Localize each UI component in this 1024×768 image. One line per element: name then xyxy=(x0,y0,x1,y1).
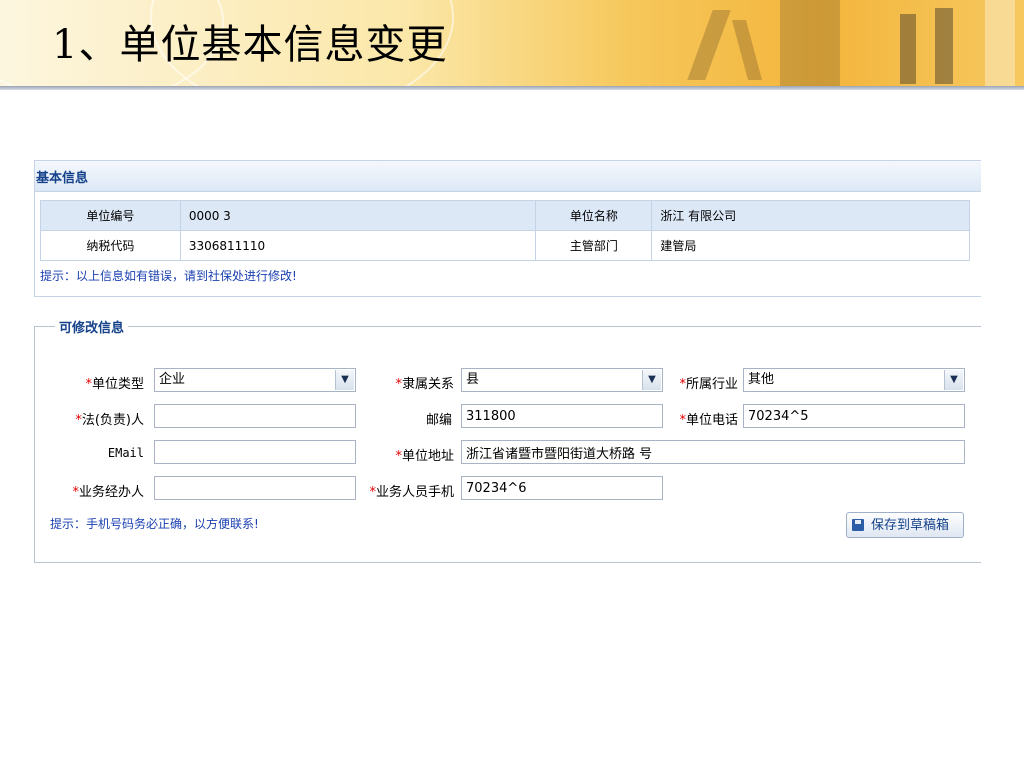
table-row: 纳税代码 3306811110 主管部门 建管局 xyxy=(40,230,970,261)
unit-name-value: 浙江 有限公司 xyxy=(651,200,970,231)
industry-select[interactable]: 其他 ▼ xyxy=(743,368,965,392)
affiliation-label-text: 隶属关系 xyxy=(401,377,454,392)
panel-border xyxy=(35,326,981,327)
unit-phone-label-text: 单位电话 xyxy=(685,413,738,428)
tax-code-label: 纳税代码 xyxy=(40,230,181,261)
banner-divider xyxy=(0,86,1024,90)
unit-code-value: 0000 3 xyxy=(179,200,537,231)
handler-mobile-label: *业务人员手机 xyxy=(356,481,454,500)
chevron-down-icon[interactable]: ▼ xyxy=(335,370,354,390)
unit-phone-label: *单位电话 xyxy=(664,409,738,428)
basic-info-table: 单位编号 0000 3 单位名称 浙江 有限公司 纳税代码 3306811110… xyxy=(40,200,970,261)
slide-title: 1、单位基本信息变更 xyxy=(52,22,448,68)
industry-label: *所属行业 xyxy=(664,373,738,392)
handler-label: *业务经办人 xyxy=(44,481,144,500)
basic-info-hint: 提示：以上信息如有错误，请到社保处进行修改! xyxy=(40,269,297,283)
save-to-drafts-button[interactable]: 保存到草稿箱 xyxy=(846,512,964,538)
chevron-down-icon[interactable]: ▼ xyxy=(642,370,661,390)
handler-mobile-label-text: 业务人员手机 xyxy=(375,485,454,500)
unit-name-label: 单位名称 xyxy=(535,200,653,231)
basic-info-header: 基本信息 xyxy=(35,160,981,192)
unit-type-select[interactable]: 企业 ▼ xyxy=(154,368,356,392)
supervising-dept-value: 建管局 xyxy=(651,230,970,261)
banner-figure xyxy=(687,10,731,80)
handler-mobile-input[interactable] xyxy=(461,476,663,500)
unit-type-value: 企业 xyxy=(159,372,186,387)
chevron-down-icon[interactable]: ▼ xyxy=(944,370,963,390)
address-input[interactable] xyxy=(461,440,965,464)
save-to-drafts-label: 保存到草稿箱 xyxy=(871,518,950,533)
handler-input[interactable] xyxy=(154,476,356,500)
banner-decoration xyxy=(985,0,1015,88)
unit-type-label-text: 单位类型 xyxy=(91,377,144,392)
banner-figure xyxy=(935,8,953,84)
address-label-text: 单位地址 xyxy=(401,449,454,464)
industry-value: 其他 xyxy=(748,372,775,387)
banner-figure xyxy=(731,20,763,80)
legal-rep-label-text: 法(负责)人 xyxy=(81,413,144,428)
tax-code-value: 3306811110 xyxy=(179,230,537,261)
affiliation-value: 县 xyxy=(466,372,480,387)
supervising-dept-label: 主管部门 xyxy=(535,230,653,261)
legal-rep-label: *法(负责)人 xyxy=(34,409,144,428)
affiliation-select[interactable]: 县 ▼ xyxy=(461,368,663,392)
basic-info-title: 基本信息 xyxy=(36,171,89,186)
email-input[interactable] xyxy=(154,440,356,464)
banner-figure xyxy=(900,14,916,84)
unit-phone-input[interactable] xyxy=(743,404,965,428)
banner-building xyxy=(780,0,840,88)
unit-type-label: *单位类型 xyxy=(60,373,144,392)
affiliation-label: *隶属关系 xyxy=(370,373,454,392)
mobile-hint: 提示：手机号码务必正确，以方便联系! xyxy=(50,517,259,531)
legal-rep-input[interactable] xyxy=(154,404,356,428)
postcode-input[interactable] xyxy=(461,404,663,428)
unit-code-label: 单位编号 xyxy=(40,200,181,231)
floppy-disk-icon xyxy=(852,519,864,531)
email-label: EMail xyxy=(107,446,144,460)
handler-label-text: 业务经办人 xyxy=(78,485,144,500)
address-label: *单位地址 xyxy=(370,445,454,464)
industry-label-text: 所属行业 xyxy=(685,377,738,392)
table-row: 单位编号 0000 3 单位名称 浙江 有限公司 xyxy=(40,200,970,231)
editable-info-legend: 可修改信息 xyxy=(55,317,129,336)
postcode-label: 邮编 xyxy=(425,413,452,428)
